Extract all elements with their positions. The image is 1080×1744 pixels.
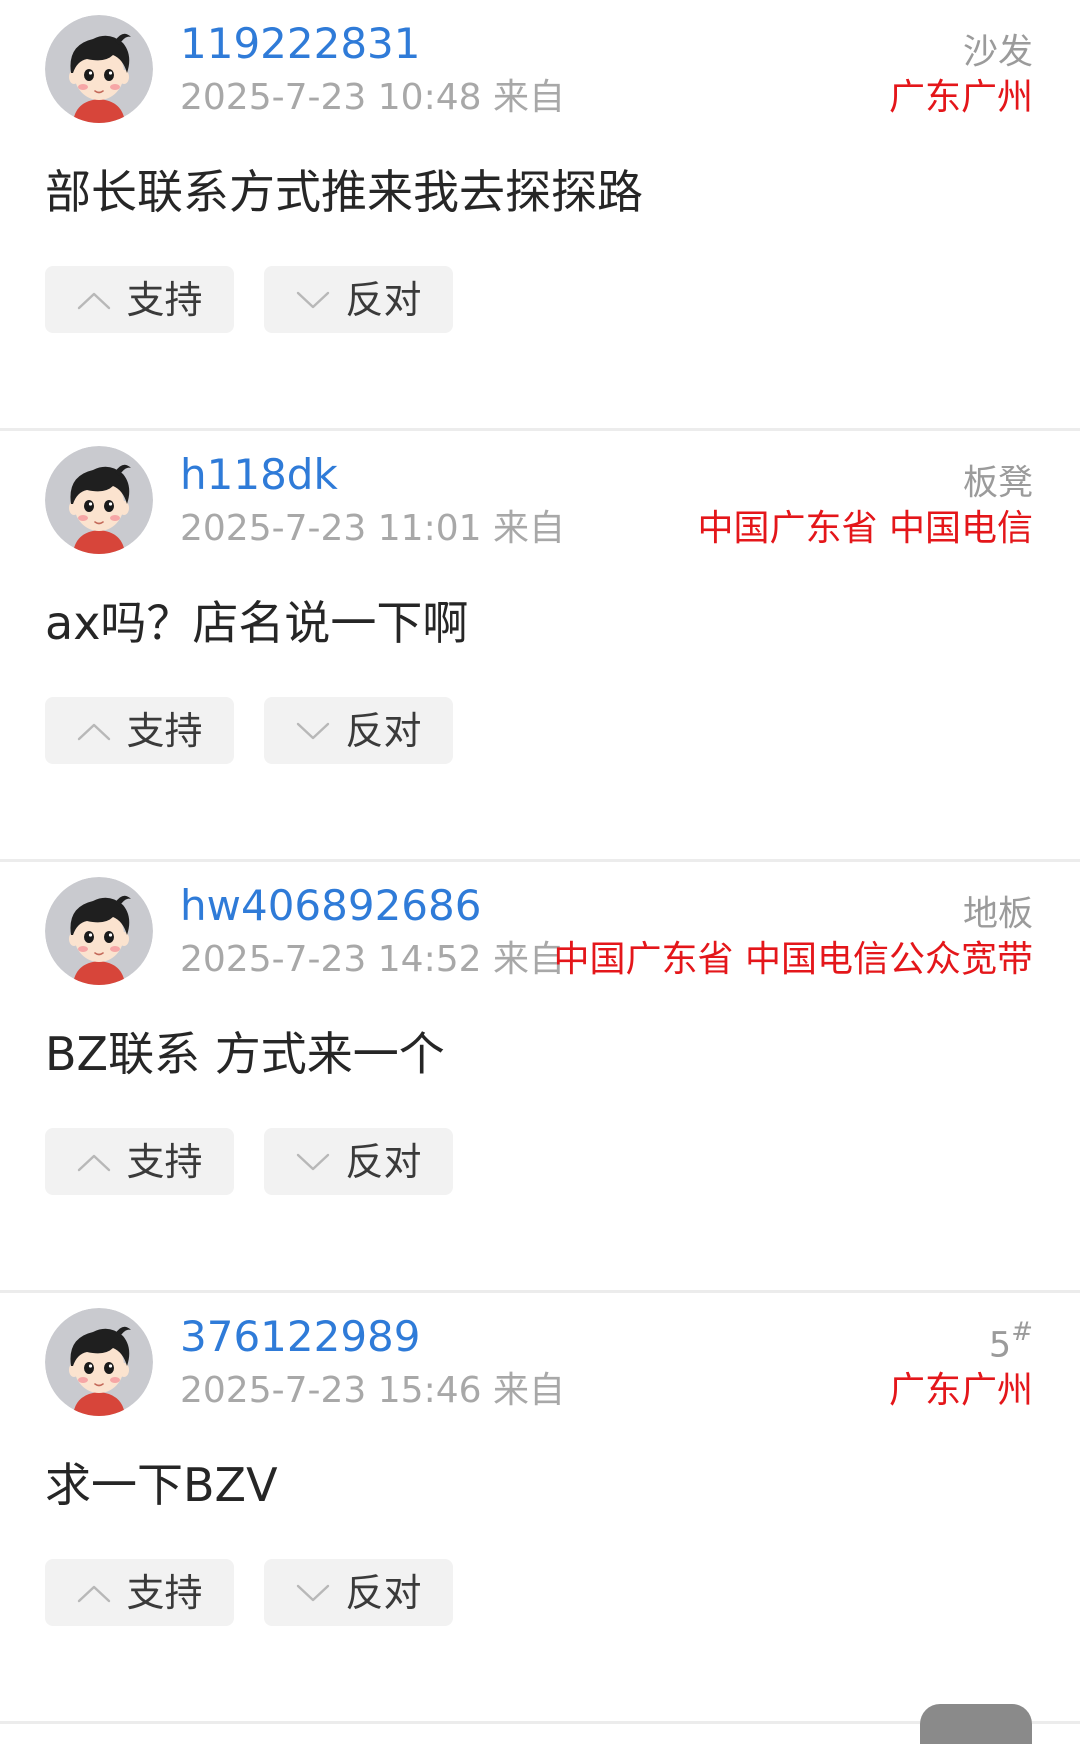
downvote-label: 反对 — [345, 1139, 422, 1184]
comment-list: 119222831 2025-7-23 10:48 来自 沙发 广东广州 部长联… — [0, 0, 1080, 1724]
downvote-label: 反对 — [345, 708, 422, 753]
location-label: 中国广东省 中国电信公众宽带 — [553, 939, 1033, 980]
floor-label: 地板 — [963, 880, 1033, 940]
chevron-down-icon — [297, 722, 330, 739]
floor-label: 沙发 — [963, 18, 1033, 78]
location-label: 广东广州 — [888, 1370, 1033, 1411]
downvote-label: 反对 — [345, 1570, 422, 1615]
user-avatar[interactable] — [45, 15, 153, 123]
upvote-label: 支持 — [126, 1139, 203, 1184]
username[interactable]: hw406892686 — [180, 876, 481, 936]
chevron-up-icon — [78, 1585, 111, 1602]
floor-text: 5 — [988, 1325, 1012, 1366]
floor-text: 板凳 — [962, 463, 1033, 504]
post-time: 2025-7-23 15:46 来自 — [180, 1370, 565, 1411]
avatar-icon — [45, 446, 153, 554]
downvote-label: 反对 — [345, 277, 422, 322]
upvote-label: 支持 — [126, 708, 203, 753]
upvote-button[interactable]: 支持 — [45, 1128, 234, 1195]
downvote-button[interactable]: 反对 — [264, 697, 453, 764]
floor-label: 5# — [989, 1311, 1033, 1371]
comment-item: hw406892686 2025-7-23 14:52 来自 地板 中国广东省 … — [0, 862, 1080, 1293]
post-time: 2025-7-23 11:01 来自 — [180, 508, 565, 549]
floor-suffix: # — [1011, 1317, 1033, 1347]
chevron-up-icon — [78, 1154, 111, 1171]
avatar-icon — [45, 877, 153, 985]
downvote-button[interactable]: 反对 — [264, 266, 453, 333]
upvote-button[interactable]: 支持 — [45, 1559, 234, 1626]
avatar-icon — [45, 15, 153, 123]
avatar-icon — [45, 1308, 153, 1416]
upvote-label: 支持 — [126, 1570, 203, 1615]
post-time: 2025-7-23 10:48 来自 — [180, 77, 565, 118]
comment-text: ax吗？店名说一下啊 — [45, 596, 469, 650]
downvote-button[interactable]: 反对 — [264, 1559, 453, 1626]
floor-label: 板凳 — [963, 449, 1033, 509]
location-label: 广东广州 — [888, 77, 1033, 118]
chevron-up-icon — [78, 292, 111, 309]
user-avatar[interactable] — [45, 877, 153, 985]
comment-item: 119222831 2025-7-23 10:48 来自 沙发 广东广州 部长联… — [0, 0, 1080, 431]
upvote-button[interactable]: 支持 — [45, 266, 234, 333]
scroll-to-top-tab[interactable] — [920, 1704, 1032, 1744]
username[interactable]: 119222831 — [180, 14, 421, 74]
comment-text: BZ联系 方式来一个 — [45, 1027, 445, 1081]
chevron-down-icon — [297, 1153, 330, 1170]
comment-text: 部长联系方式推来我去探探路 — [45, 165, 643, 219]
chevron-up-icon — [78, 723, 111, 740]
username[interactable]: 376122989 — [180, 1307, 421, 1367]
comment-item: 376122989 2025-7-23 15:46 来自 5# 广东广州 求一下… — [0, 1293, 1080, 1724]
downvote-button[interactable]: 反对 — [264, 1128, 453, 1195]
post-time: 2025-7-23 14:52 来自 — [180, 939, 565, 980]
user-avatar[interactable] — [45, 446, 153, 554]
username[interactable]: h118dk — [180, 445, 338, 505]
floor-text: 地板 — [962, 894, 1033, 935]
comment-item: h118dk 2025-7-23 11:01 来自 板凳 中国广东省 中国电信 … — [0, 431, 1080, 862]
location-label: 中国广东省 中国电信 — [697, 508, 1033, 549]
comment-text: 求一下BZV — [45, 1458, 278, 1512]
upvote-button[interactable]: 支持 — [45, 697, 234, 764]
chevron-down-icon — [297, 291, 330, 308]
upvote-label: 支持 — [126, 277, 203, 322]
user-avatar[interactable] — [45, 1308, 153, 1416]
chevron-down-icon — [297, 1584, 330, 1601]
floor-text: 沙发 — [962, 32, 1033, 73]
